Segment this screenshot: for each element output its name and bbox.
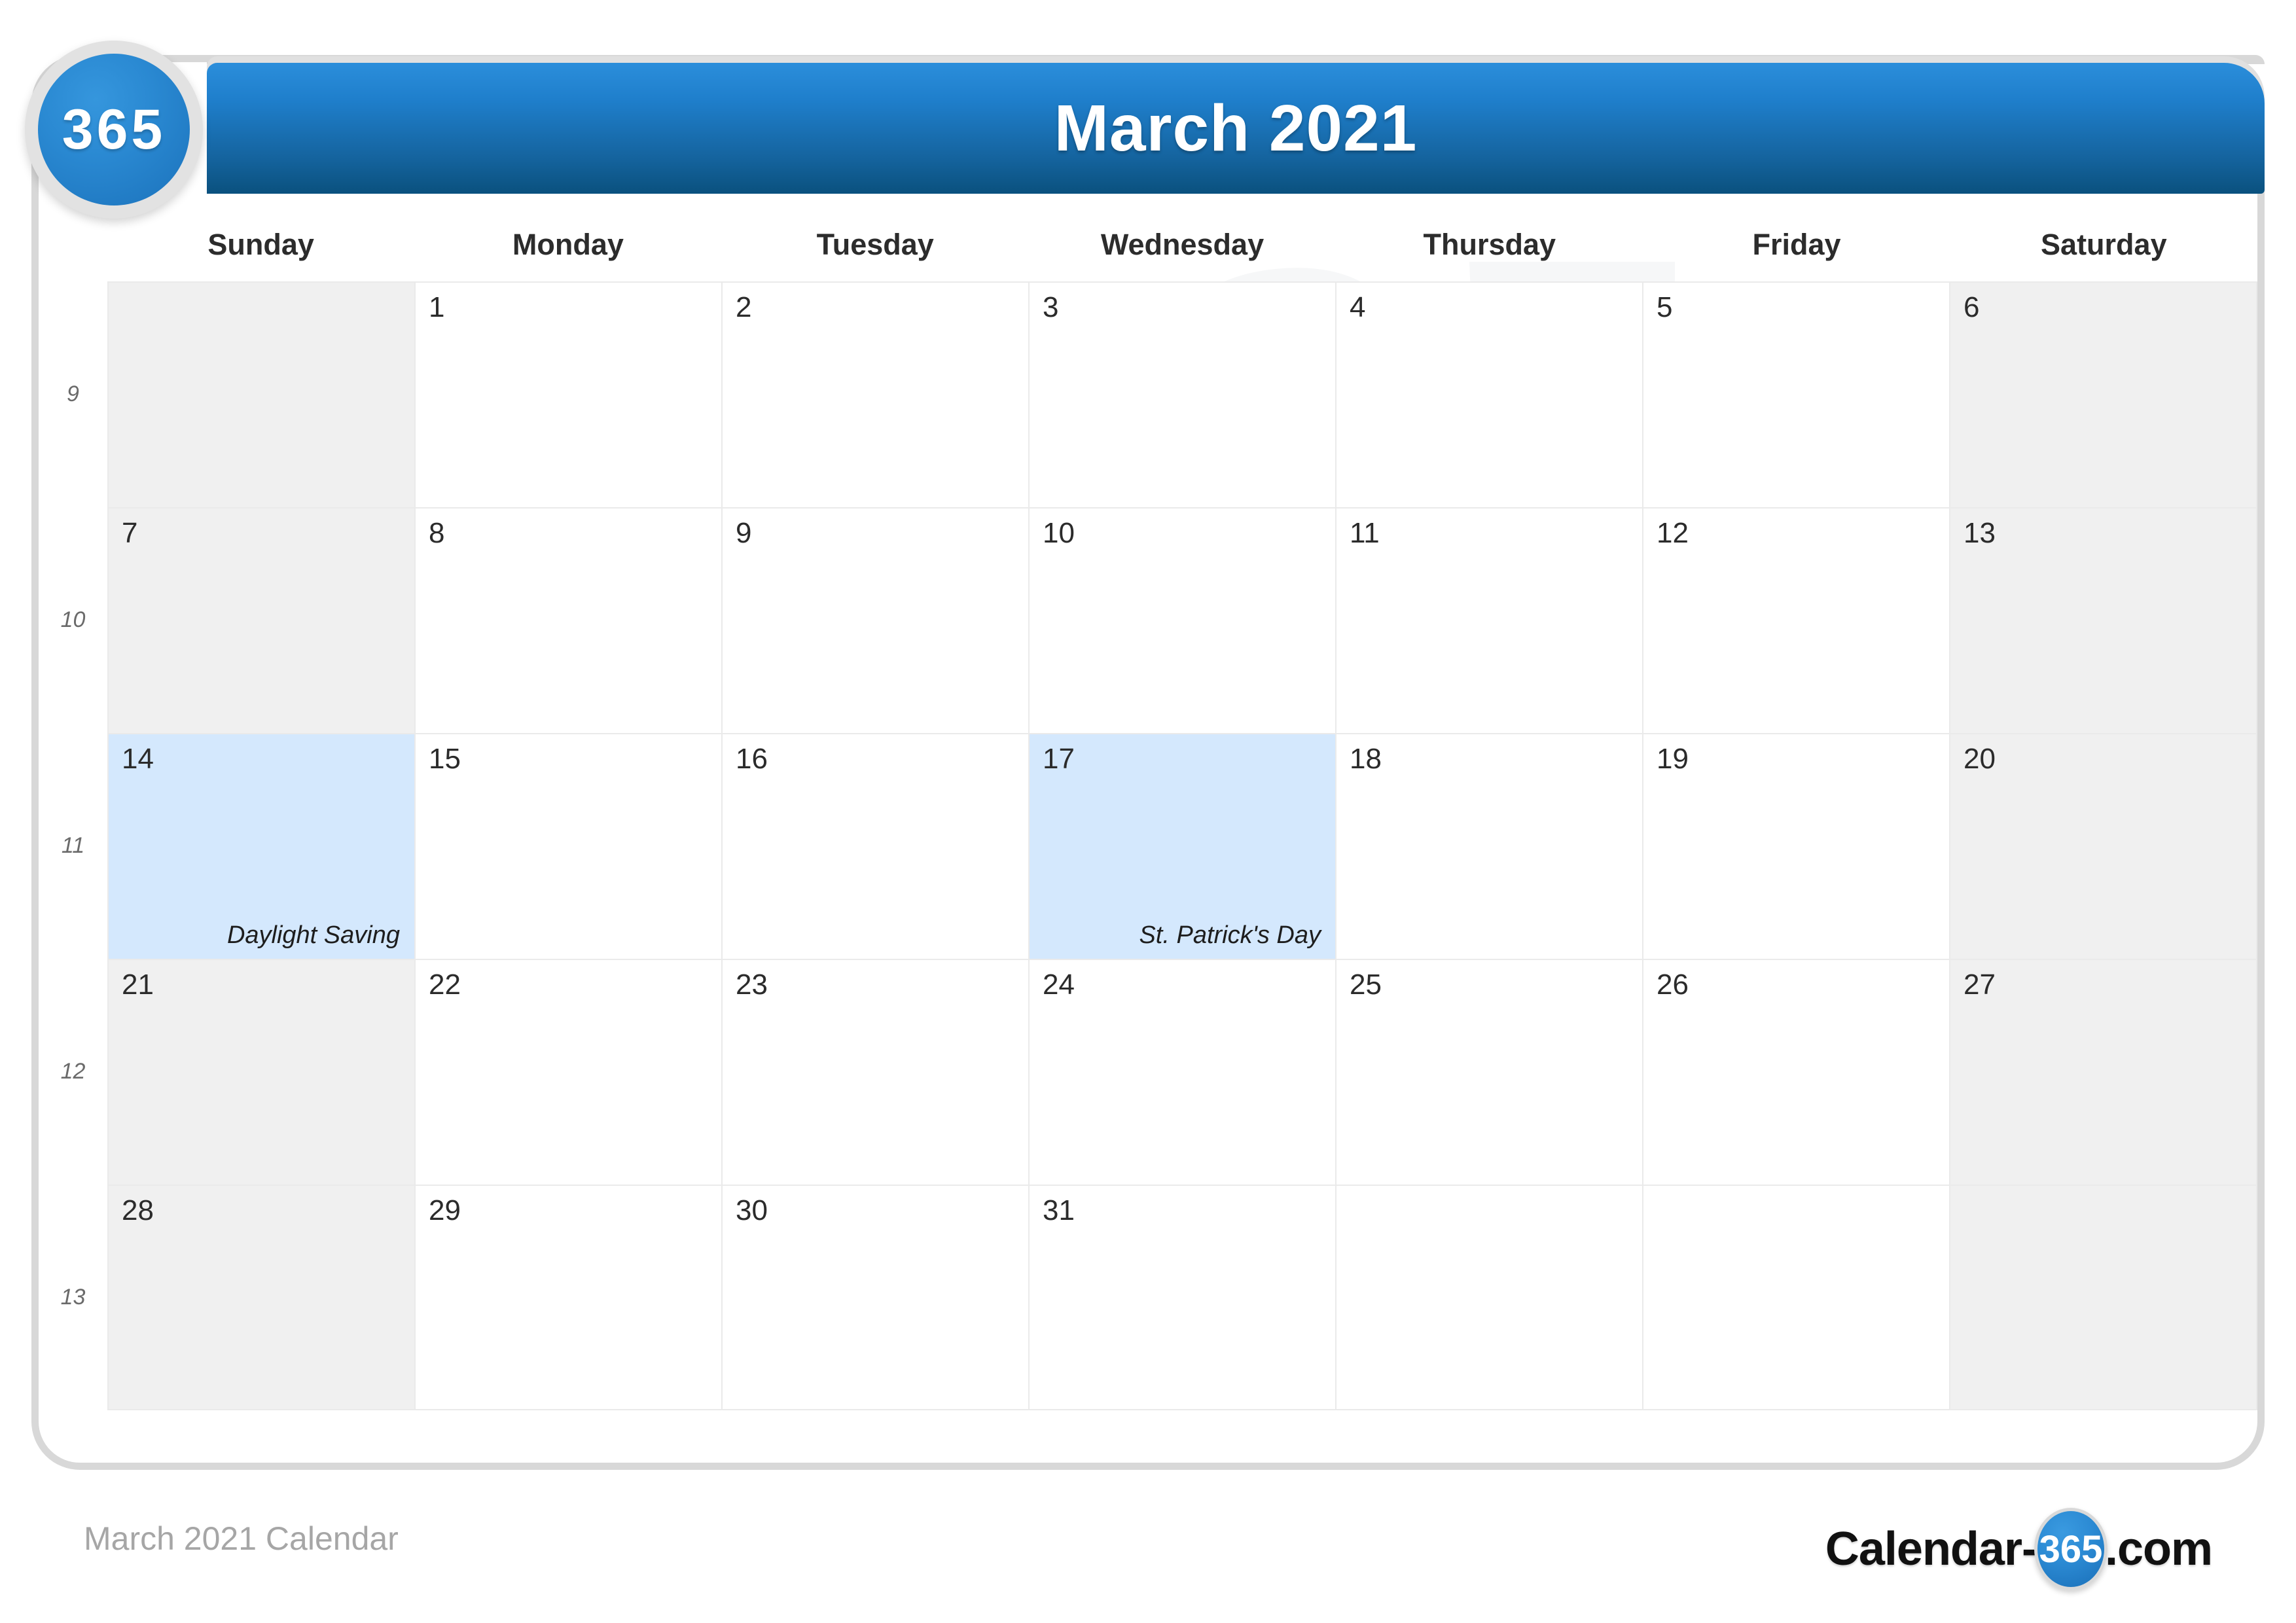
day-cell-17[interactable]: 17 St. Patrick's Day — [1028, 733, 1335, 959]
weekday-header-monday: Monday — [512, 228, 624, 261]
day-number: 9 — [736, 517, 752, 549]
day-cell-16[interactable]: 16 — [721, 733, 1028, 959]
weekday-header-wednesday: Wednesday — [1100, 228, 1265, 261]
day-number: 10 — [1043, 517, 1075, 549]
day-number: 2 — [736, 291, 752, 323]
day-cell-31[interactable]: 31 — [1028, 1185, 1335, 1410]
day-number: 29 — [429, 1194, 461, 1226]
brand-365-badge-label: 365 — [38, 54, 190, 205]
calendar-week-row: 12 21 22 23 24 25 26 27 — [39, 959, 2257, 1185]
calendar-week-row: 13 28 29 30 31 — [39, 1185, 2257, 1410]
day-cell-21[interactable]: 21 — [107, 959, 414, 1185]
weekday-header-row: Sunday Monday Tuesday Wednesday Thursday… — [107, 216, 2257, 274]
day-cell-20[interactable]: 20 — [1949, 733, 2257, 959]
day-cell-28[interactable]: 28 — [107, 1185, 414, 1410]
day-number: 7 — [122, 517, 138, 549]
day-cell-24[interactable]: 24 — [1028, 959, 1335, 1185]
day-cell-12[interactable]: 12 — [1642, 507, 1949, 733]
day-cell-empty — [107, 281, 414, 507]
weekday-header-thursday: Thursday — [1423, 228, 1556, 261]
weekday-header-friday: Friday — [1752, 228, 1841, 261]
day-cell-6[interactable]: 6 — [1949, 281, 2257, 507]
day-cell-29[interactable]: 29 — [414, 1185, 721, 1410]
day-cell-14[interactable]: 14 Daylight Saving — [107, 733, 414, 959]
day-number: 17 — [1043, 743, 1075, 775]
day-number: 15 — [429, 743, 461, 775]
day-cell-11[interactable]: 11 — [1335, 507, 1642, 733]
day-number: 31 — [1043, 1194, 1075, 1226]
calendar-grid: 9 1 2 3 4 5 6 10 7 8 9 10 11 12 13 11 14 Daylight Saving 1… — [39, 281, 2257, 1433]
day-number: 12 — [1657, 517, 1689, 549]
day-cell-15[interactable]: 15 — [414, 733, 721, 959]
day-number: 26 — [1657, 969, 1689, 1001]
week-number: 9 — [67, 382, 79, 406]
footer-logo-prefix: Calendar- — [1825, 1523, 2037, 1575]
day-cell-empty — [1642, 1185, 1949, 1410]
day-number: 28 — [122, 1194, 154, 1226]
day-cell-empty — [1949, 1185, 2257, 1410]
day-number: 16 — [736, 743, 768, 775]
day-cell-25[interactable]: 25 — [1335, 959, 1642, 1185]
footer-caption: March 2021 Calendar — [84, 1520, 399, 1557]
day-number: 11 — [1350, 517, 1380, 549]
day-cell-4[interactable]: 4 — [1335, 281, 1642, 507]
week-number: 10 — [60, 607, 86, 632]
week-number: 13 — [60, 1285, 86, 1310]
day-number: 13 — [1964, 517, 1996, 549]
day-number: 5 — [1657, 291, 1673, 323]
day-cell-empty — [1335, 1185, 1642, 1410]
month-header-bar: March 2021 — [207, 63, 2265, 194]
day-number: 30 — [736, 1194, 768, 1226]
page-title: March 2021 — [1054, 91, 1418, 165]
day-cell-19[interactable]: 19 — [1642, 733, 1949, 959]
day-number: 24 — [1043, 969, 1075, 1001]
brand-365-badge: 365 — [25, 41, 203, 219]
week-number: 12 — [60, 1059, 86, 1084]
calendar-body: 365 365 Sunday Monday Tuesday Wednesday … — [39, 196, 2257, 1466]
day-cell-26[interactable]: 26 — [1642, 959, 1949, 1185]
calendar-week-row: 11 14 Daylight Saving 15 16 17 St. Patrick's D… — [39, 733, 2257, 959]
day-number: 4 — [1350, 291, 1366, 323]
day-number: 21 — [122, 969, 154, 1001]
day-cell-23[interactable]: 23 — [721, 959, 1028, 1185]
calendar-page: March 2021 365 365 365 Sunday Monday Tue… — [0, 0, 2296, 1623]
day-event-label: St. Patrick's Day — [1139, 921, 1321, 949]
weekday-header-sunday: Sunday — [207, 228, 314, 261]
day-number: 23 — [736, 969, 768, 1001]
day-cell-10[interactable]: 10 — [1028, 507, 1335, 733]
day-number: 18 — [1350, 743, 1382, 775]
day-cell-18[interactable]: 18 — [1335, 733, 1642, 959]
day-cell-30[interactable]: 30 — [721, 1185, 1028, 1410]
day-number: 25 — [1350, 969, 1382, 1001]
day-number: 27 — [1964, 969, 1996, 1001]
day-number: 14 — [122, 743, 154, 775]
footer-logo-suffix: .com — [2104, 1523, 2213, 1575]
day-cell-8[interactable]: 8 — [414, 507, 721, 733]
day-number: 20 — [1964, 743, 1996, 775]
day-cell-9[interactable]: 9 — [721, 507, 1028, 733]
calendar-week-row: 9 1 2 3 4 5 6 — [39, 281, 2257, 507]
day-event-label: Daylight Saving — [226, 921, 400, 949]
week-number: 11 — [61, 833, 85, 858]
day-number: 6 — [1964, 291, 1980, 323]
footer-365-badge: 365 — [2034, 1508, 2108, 1590]
page-footer: March 2021 Calendar Calendar- 365 .com — [0, 1499, 2296, 1616]
day-cell-2[interactable]: 2 — [721, 281, 1028, 507]
day-number: 22 — [429, 969, 461, 1001]
day-cell-3[interactable]: 3 — [1028, 281, 1335, 507]
day-number: 1 — [429, 291, 445, 323]
day-number: 8 — [429, 517, 445, 549]
day-cell-22[interactable]: 22 — [414, 959, 721, 1185]
day-cell-1[interactable]: 1 — [414, 281, 721, 507]
day-cell-27[interactable]: 27 — [1949, 959, 2257, 1185]
day-cell-5[interactable]: 5 — [1642, 281, 1949, 507]
footer-brand-logo[interactable]: Calendar- 365 .com — [1825, 1508, 2213, 1590]
day-cell-13[interactable]: 13 — [1949, 507, 2257, 733]
weekday-header-saturday: Saturday — [2041, 228, 2167, 261]
day-cell-7[interactable]: 7 — [107, 507, 414, 733]
day-number: 19 — [1657, 743, 1689, 775]
day-number: 3 — [1043, 291, 1059, 323]
calendar-week-row: 10 7 8 9 10 11 12 13 — [39, 507, 2257, 733]
weekday-header-tuesday: Tuesday — [816, 228, 934, 261]
